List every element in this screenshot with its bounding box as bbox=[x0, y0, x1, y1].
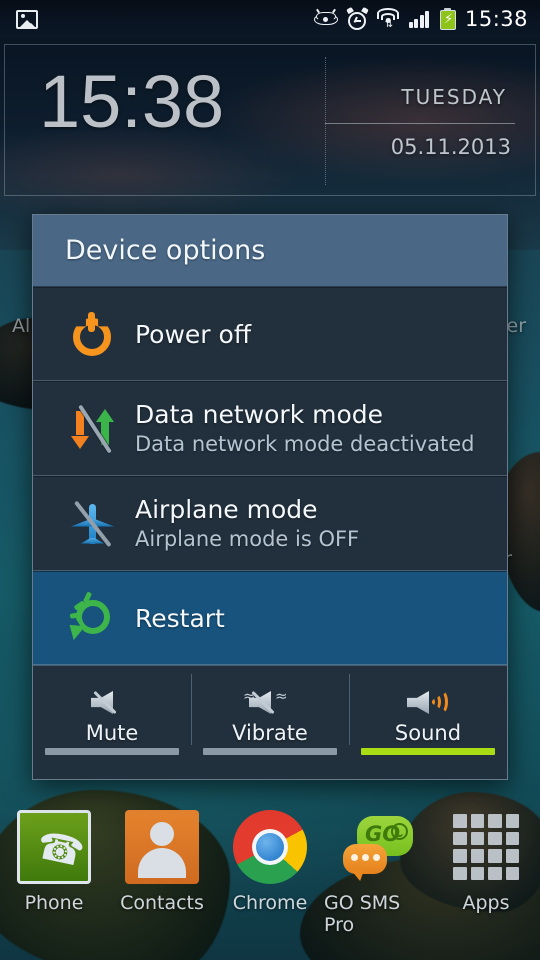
status-bar[interactable]: ⇅ ⚡ 15:38 bbox=[0, 0, 540, 38]
sound-mode-label: Vibrate bbox=[232, 721, 308, 745]
option-title: Power off bbox=[135, 319, 252, 349]
status-bar-right: ⇅ ⚡ 15:38 bbox=[313, 6, 540, 31]
status-bar-left bbox=[0, 9, 38, 29]
contacts-icon bbox=[125, 810, 199, 884]
go-sms-pro-icon: GO bbox=[341, 810, 415, 884]
speaker-vibrate-icon: ≈ ≈ bbox=[243, 688, 293, 718]
data-network-off-icon bbox=[68, 403, 116, 454]
power-icon bbox=[69, 311, 115, 357]
option-subtitle: Data network mode deactivated bbox=[135, 432, 475, 456]
clock-widget[interactable]: 15:38 TUESDAY 05.11.2013 bbox=[4, 44, 536, 196]
dialog-title: Device options bbox=[65, 235, 266, 266]
gallery-icon bbox=[16, 9, 38, 29]
sound-mode-sound[interactable]: Sound bbox=[349, 666, 507, 763]
clock-widget-weekday: TUESDAY bbox=[401, 85, 507, 109]
dialog-header: Device options bbox=[33, 215, 507, 287]
option-title: Airplane mode bbox=[135, 495, 318, 524]
clock-widget-rule bbox=[325, 123, 515, 124]
chrome-icon bbox=[233, 810, 307, 884]
restart-icon bbox=[63, 591, 116, 642]
dock-item-label: GO SMS Pro bbox=[324, 892, 401, 936]
speaker-mute-icon bbox=[89, 688, 135, 718]
device-options-dialog: Device options Power off Data network mo… bbox=[32, 214, 508, 780]
sound-mode-selector: Mute ≈ ≈ Vibrate Sound bbox=[33, 665, 507, 763]
dialog-option-power-off[interactable]: Power off bbox=[33, 287, 507, 381]
power-icon-wrap bbox=[63, 311, 121, 357]
airplane-off-icon-wrap bbox=[63, 500, 121, 548]
dialog-option-airplane-mode[interactable]: Airplane mode Airplane mode is OFF bbox=[33, 476, 507, 571]
option-text-data-network-mode: Data network mode Data network mode deac… bbox=[121, 399, 475, 458]
wifi-transfer-icon: ⇅ bbox=[377, 8, 400, 30]
sound-mode-label: Mute bbox=[85, 721, 139, 745]
dock-item-chrome[interactable]: Chrome bbox=[216, 810, 324, 914]
clock-widget-time: 15:38 bbox=[39, 60, 225, 143]
dock-item-label: Contacts bbox=[120, 892, 204, 914]
sound-mode-indicator-active bbox=[361, 748, 495, 755]
sound-mode-label: Sound bbox=[394, 721, 462, 745]
option-text-power-off: Power off bbox=[121, 319, 251, 350]
dock-item-label: Phone bbox=[24, 892, 84, 914]
smart-stay-eye-icon bbox=[313, 8, 338, 27]
status-bar-clock: 15:38 bbox=[464, 7, 528, 31]
option-title: Data network mode bbox=[135, 400, 384, 429]
apps-grid-icon bbox=[449, 810, 523, 884]
background-widget-text-left: Al bbox=[12, 315, 31, 337]
restart-icon-wrap bbox=[63, 591, 121, 642]
dock-item-contacts[interactable]: Contacts bbox=[108, 810, 216, 914]
dialog-option-data-network-mode[interactable]: Data network mode Data network mode deac… bbox=[33, 381, 507, 476]
cellular-signal-icon bbox=[408, 10, 431, 28]
phone-icon: ☎ bbox=[17, 810, 91, 884]
dock-item-go-sms-pro[interactable]: GO GO SMS Pro bbox=[324, 810, 432, 936]
sound-mode-indicator bbox=[203, 748, 337, 755]
dialog-option-restart[interactable]: Restart bbox=[33, 571, 507, 665]
sound-mode-vibrate[interactable]: ≈ ≈ Vibrate bbox=[191, 666, 349, 763]
dock-item-phone[interactable]: ☎ Phone bbox=[0, 810, 108, 914]
dock-item-label: Apps bbox=[462, 892, 510, 914]
battery-charging-icon: ⚡ bbox=[439, 8, 456, 30]
option-text-restart: Restart bbox=[121, 603, 225, 634]
sound-mode-indicator bbox=[45, 748, 179, 755]
home-dock: ☎ Phone Contacts Chrome GO GO SMS Pro Ap… bbox=[0, 810, 540, 950]
clock-widget-divider bbox=[325, 57, 326, 185]
data-network-off-icon-wrap bbox=[63, 403, 121, 454]
dock-item-apps[interactable]: Apps bbox=[432, 810, 540, 914]
option-subtitle: Airplane mode is OFF bbox=[135, 527, 360, 551]
speaker-sound-icon bbox=[405, 688, 451, 718]
sound-mode-mute[interactable]: Mute bbox=[33, 666, 191, 763]
option-text-airplane-mode: Airplane mode Airplane mode is OFF bbox=[121, 494, 359, 553]
airplane-off-icon bbox=[67, 500, 117, 548]
dock-item-label: Chrome bbox=[232, 892, 308, 914]
alarm-clock-icon bbox=[346, 6, 369, 30]
clock-widget-date: 05.11.2013 bbox=[390, 135, 511, 159]
option-title: Restart bbox=[135, 603, 225, 633]
